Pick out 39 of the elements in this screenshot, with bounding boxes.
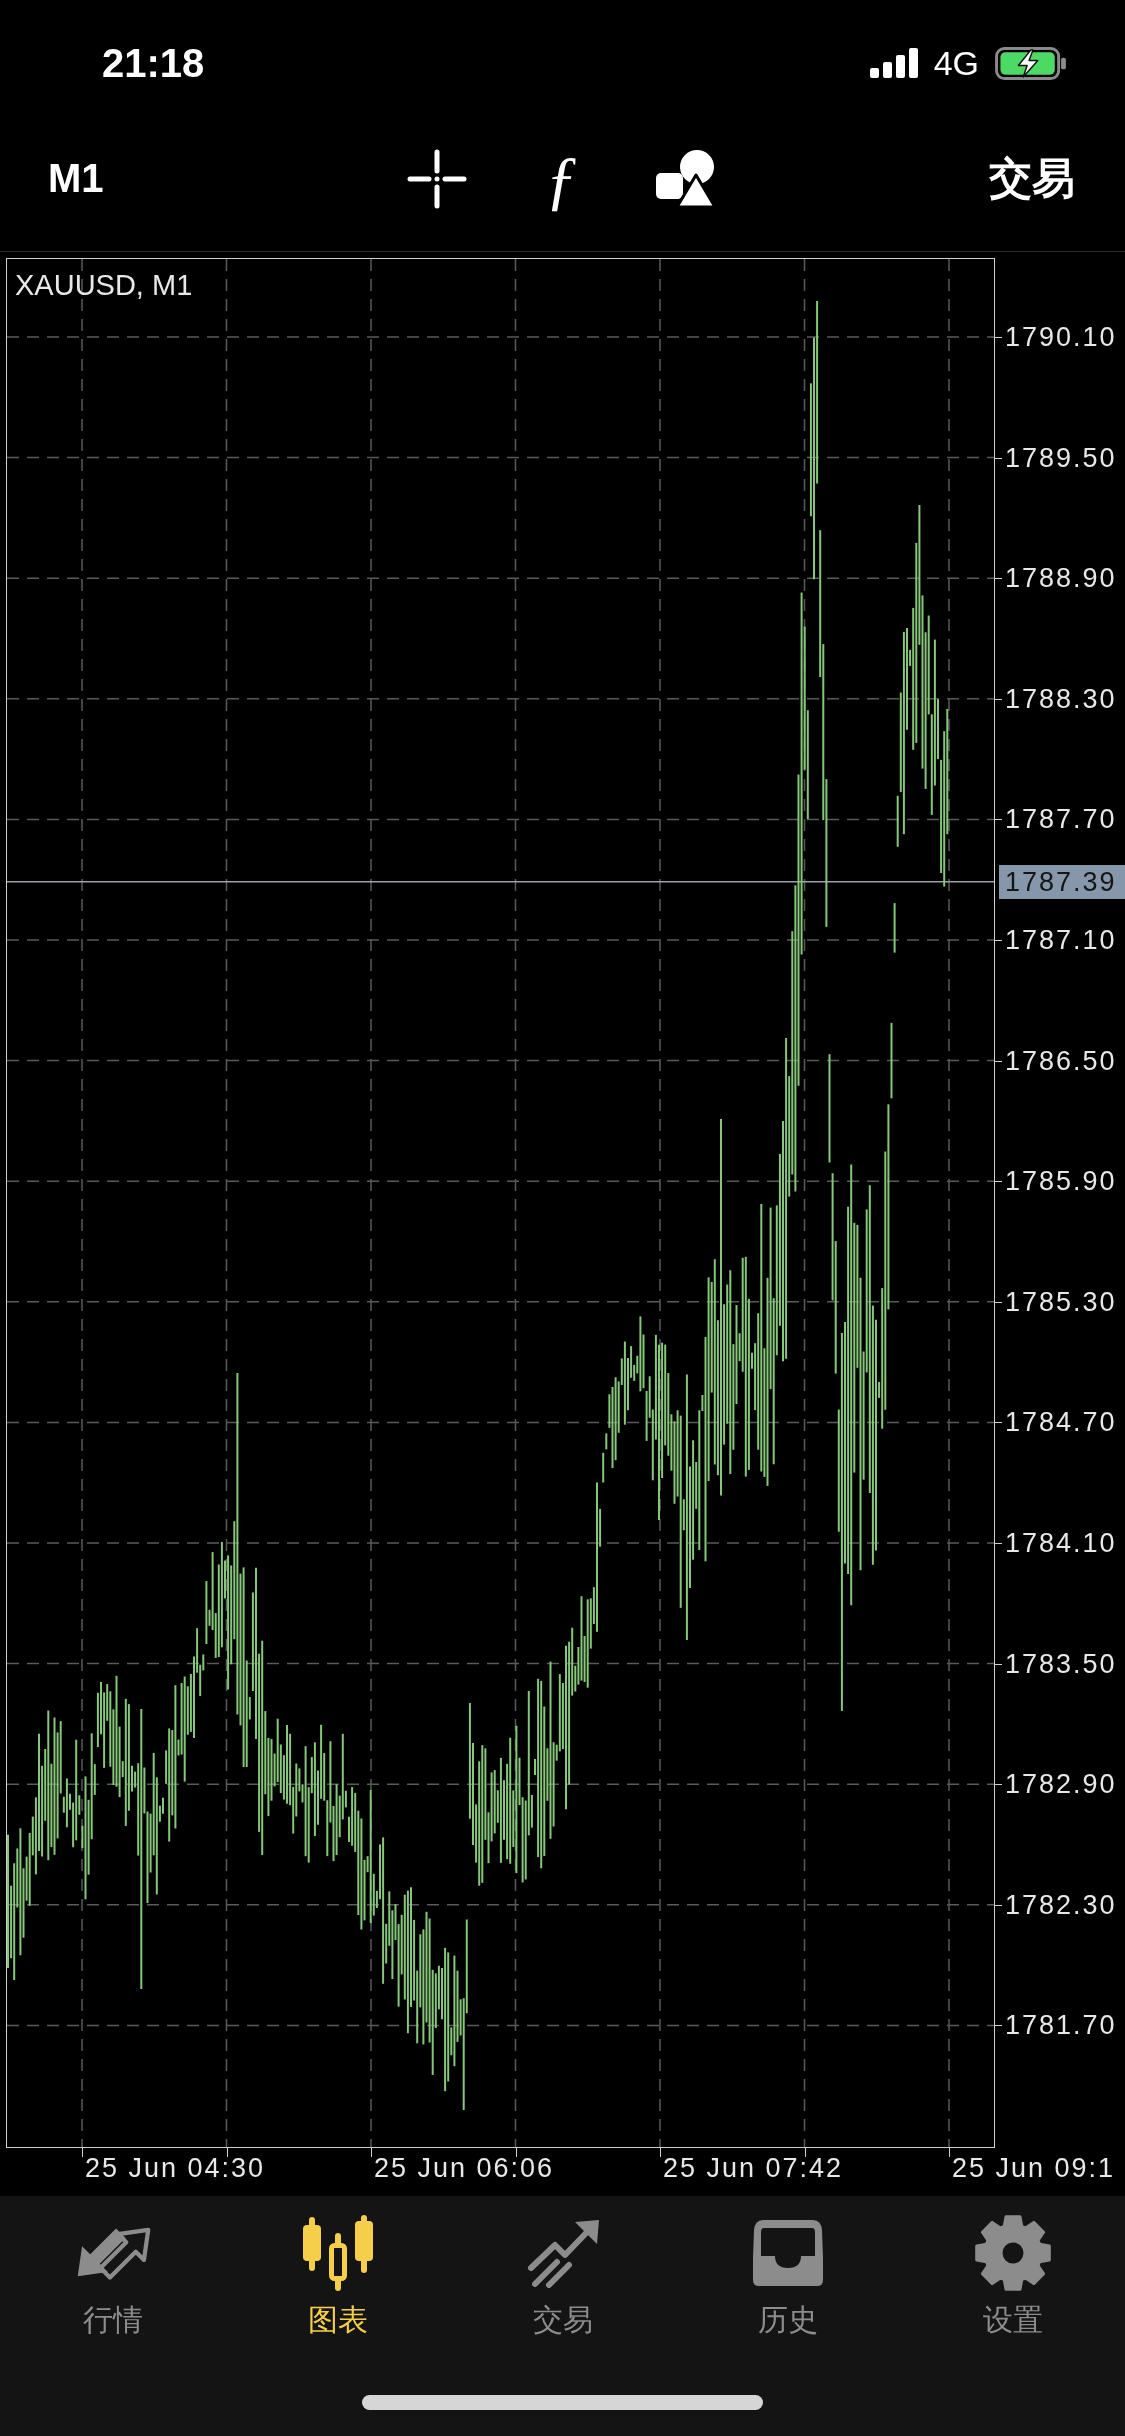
chart-symbol-label: XAUUSD, M1 [15,268,193,303]
time-axis-label: 25 Jun 06:06 [374,2152,555,2185]
shapes-icon [656,148,716,209]
current-price-label: 1787.39 [999,864,1125,899]
time-axis-label: 25 Jun 07:42 [663,2152,844,2185]
trade-button[interactable]: 交易 [989,149,1075,208]
price-axis-label: 1786.50 [1005,1044,1117,1078]
timeframe-button[interactable]: M1 [48,156,104,201]
time-axis-label: 25 Jun 04:30 [85,2152,266,2185]
price-axis-label: 1790.10 [1005,321,1117,354]
price-axis-label: 1784.70 [1005,1406,1117,1440]
crosshair-icon [407,148,467,209]
time-axis-label: 25 Jun 09:1 [952,2152,1116,2185]
signal-icon [869,48,918,78]
price-axis-label: 1782.90 [1005,1768,1117,1802]
status-time: 21:18 [102,40,205,86]
price-axis-label: 1787.10 [1005,924,1117,957]
price-axis-label: 1785.90 [1005,1165,1117,1199]
tab-bar-item[interactable]: 历史 [675,2196,900,2366]
price-axis-label: 1788.30 [1005,682,1117,716]
tab-bar-item[interactable]: 交易 [450,2196,675,2366]
settings-icon [974,2215,1051,2291]
tab-bar-item[interactable]: 图表 [225,2196,450,2366]
price-axis-label: 1788.90 [1005,562,1117,596]
battery-icon [995,46,1067,80]
network-label: 4G [933,43,979,83]
price-axis-label: 1782.30 [1005,1888,1117,1922]
price-axis-label: 1785.30 [1005,1285,1117,1319]
price-axis-label: 1783.50 [1005,1647,1117,1681]
price-axis-label: 1789.50 [1005,441,1117,475]
price-axis-label: 1787.70 [1005,803,1117,837]
price-axis-label: 1784.10 [1005,1527,1117,1560]
price-axis-label: 1781.70 [1005,2009,1117,2043]
objects-button[interactable] [656,148,716,209]
crosshair-button[interactable] [407,148,467,209]
tab-bar-item[interactable]: 设置 [900,2196,1125,2366]
inbox-tray-icon [750,2218,825,2288]
tab-bar-item[interactable]: 行情 [0,2196,225,2366]
function-button[interactable]: ƒ [545,147,578,210]
